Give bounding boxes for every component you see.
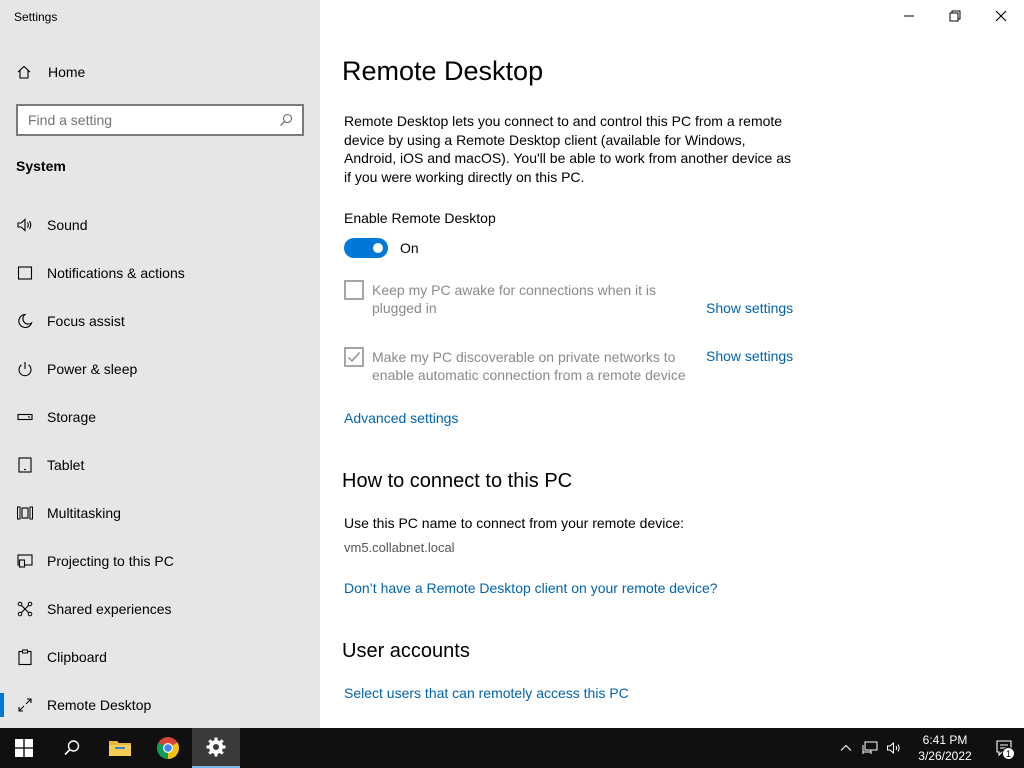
user-accounts-heading: User accounts — [342, 640, 470, 662]
sidebar-item-clipboard[interactable]: Clipboard — [0, 633, 320, 681]
home-nav-item[interactable]: Home — [16, 64, 85, 80]
sidebar-item-focus-assist[interactable]: Focus assist — [0, 297, 320, 345]
search-icon[interactable] — [278, 112, 294, 128]
home-label: Home — [48, 64, 86, 80]
tablet-icon — [16, 456, 34, 474]
minimize-button[interactable] — [886, 0, 932, 32]
shared-experiences-icon — [16, 600, 34, 618]
search-icon — [64, 740, 80, 756]
connect-instructions: Use this PC name to connect from your re… — [344, 515, 685, 531]
clock-date: 3/26/2022 — [918, 749, 972, 763]
notification-count-badge: 1 — [1002, 747, 1015, 760]
sidebar-item-label: Power & sleep — [47, 361, 138, 377]
sidebar-item-label: Storage — [47, 409, 97, 425]
search-input[interactable] — [28, 112, 278, 128]
select-users-link[interactable]: Select users that can remotely access th… — [344, 685, 629, 701]
sidebar-item-shared-experiences[interactable]: Shared experiences — [0, 585, 320, 633]
sidebar-item-label: Shared experiences — [47, 601, 172, 617]
discoverable-label: Make my PC discoverable on private netwo… — [372, 349, 686, 383]
toggle-state-label: On — [400, 240, 419, 256]
restore-icon — [949, 10, 961, 22]
sidebar-item-power-sleep[interactable]: Power & sleep — [0, 345, 320, 393]
sidebar-nav: Sound Notifications & actions Focus assi… — [0, 201, 320, 729]
taskbar-clock[interactable]: 6:41 PM 3/26/2022 — [906, 732, 984, 764]
start-icon — [15, 739, 33, 757]
page-description: Remote Desktop lets you connect to and c… — [344, 113, 792, 185]
discoverable-show-settings-link[interactable]: Show settings — [706, 348, 793, 364]
chrome-icon — [157, 737, 179, 759]
chrome-button[interactable] — [144, 728, 192, 768]
settings-taskbar-button[interactable] — [192, 728, 240, 768]
keep-awake-checkbox[interactable] — [344, 280, 364, 300]
sidebar-item-remote-desktop[interactable]: Remote Desktop — [0, 681, 320, 729]
keep-awake-show-settings-link[interactable]: Show settings — [706, 300, 793, 316]
network-icon — [862, 741, 878, 754]
taskbar-search-button[interactable] — [48, 728, 96, 768]
projecting-icon — [16, 552, 34, 570]
clock-time: 6:41 PM — [922, 733, 968, 747]
settings-gear-icon — [206, 737, 226, 757]
connect-heading: How to connect to this PC — [342, 470, 573, 492]
system-tray: 6:41 PM 3/26/2022 1 — [834, 728, 1024, 768]
section-title: System — [16, 158, 66, 174]
sidebar-item-projecting[interactable]: Projecting to this PC — [0, 537, 320, 585]
network-button[interactable] — [858, 728, 882, 768]
action-center-button[interactable]: 1 — [984, 728, 1024, 768]
advanced-settings-link[interactable]: Advanced settings — [344, 410, 458, 426]
sidebar-item-sound[interactable]: Sound — [0, 201, 320, 249]
get-client-link[interactable]: Don’t have a Remote Desktop client on yo… — [344, 580, 718, 596]
multitasking-icon — [16, 504, 34, 522]
search-box[interactable] — [16, 104, 304, 136]
file-explorer-icon — [109, 741, 131, 756]
sidebar-item-label: Clipboard — [47, 649, 107, 665]
clipboard-icon — [16, 648, 34, 666]
volume-icon — [887, 741, 900, 755]
sidebar-item-label: Focus assist — [47, 313, 125, 329]
home-icon — [16, 64, 32, 80]
close-icon — [995, 10, 1007, 22]
taskbar: 6:41 PM 3/26/2022 1 — [0, 728, 1024, 768]
page-title: Remote Desktop — [342, 56, 544, 86]
sidebar-item-multitasking[interactable]: Multitasking — [0, 489, 320, 537]
notification-icon — [16, 264, 34, 282]
chevron-up-icon — [840, 744, 852, 751]
sidebar-item-label: Notifications & actions — [47, 265, 185, 281]
checkmark-icon — [348, 352, 361, 363]
sidebar-item-notifications[interactable]: Notifications & actions — [0, 249, 320, 297]
toggle-knob — [373, 243, 383, 253]
start-button[interactable] — [0, 728, 48, 768]
sidebar-item-label: Multitasking — [47, 505, 121, 521]
enable-remote-desktop-toggle[interactable] — [344, 238, 388, 258]
restore-button[interactable] — [932, 0, 978, 32]
pc-name: vm5.collabnet.local — [344, 540, 455, 555]
power-icon — [16, 360, 34, 378]
show-hidden-icons-button[interactable] — [834, 728, 858, 768]
storage-icon — [16, 408, 34, 426]
close-button[interactable] — [978, 0, 1024, 32]
moon-icon — [16, 312, 34, 330]
keep-awake-label: Keep my PC awake for connections when it… — [372, 282, 657, 316]
minimize-icon — [904, 15, 914, 17]
sidebar-item-label: Sound — [47, 217, 88, 233]
sidebar-item-label: Tablet — [47, 457, 85, 473]
app-title: Settings — [14, 10, 58, 24]
sidebar-item-label: Remote Desktop — [47, 697, 152, 713]
volume-button[interactable] — [882, 728, 906, 768]
discoverable-checkbox[interactable] — [344, 347, 364, 367]
file-explorer-button[interactable] — [96, 728, 144, 768]
enable-remote-desktop-label: Enable Remote Desktop — [344, 210, 496, 226]
speaker-icon — [16, 216, 34, 234]
remote-desktop-icon — [16, 696, 34, 714]
main-content: Remote Desktop Remote Desktop lets you c… — [320, 0, 1024, 728]
sidebar-item-storage[interactable]: Storage — [0, 393, 320, 441]
sidebar: Settings Home System Sound Notifications… — [0, 0, 320, 728]
window-controls — [886, 0, 1024, 32]
sidebar-item-label: Projecting to this PC — [47, 553, 174, 569]
sidebar-item-tablet[interactable]: Tablet — [0, 441, 320, 489]
